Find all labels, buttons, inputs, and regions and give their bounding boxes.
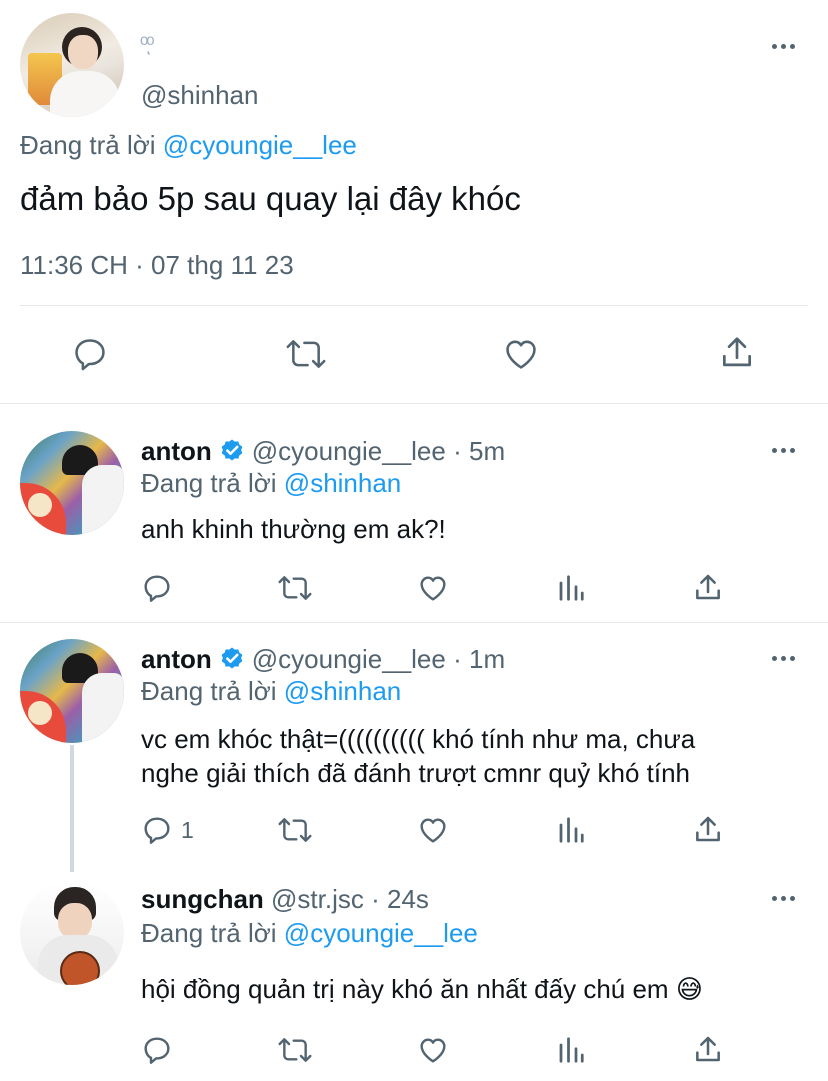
reply-to-handle[interactable]: @cyoungie__lee: [284, 918, 478, 948]
reply-header: anton @cyoungie__lee · 5m: [141, 436, 505, 471]
analytics-icon[interactable]: [556, 814, 586, 846]
divider: [0, 622, 828, 623]
tweet-text: đảm bảo 5p sau quay lại đây khóc: [20, 180, 521, 217]
display-name[interactable]: sungchan: [141, 884, 264, 914]
separator-dot: ·: [453, 436, 462, 466]
reply-to-handle[interactable]: @shinhan: [284, 468, 401, 498]
reply-prefix: Đang trả lời: [20, 130, 156, 160]
reply-prefix: Đang trả lời: [141, 468, 277, 498]
reply-context: Đang trả lời @shinhan: [141, 468, 401, 499]
tweet-text: hội đồng quản trị này khó ăn nhất đấy ch…: [141, 974, 703, 1005]
reply-header: sungchan @str.jsc · 24s: [141, 884, 429, 915]
share-icon[interactable]: [692, 1034, 724, 1066]
tweet-text-line: vc em khóc thật=(((((((((( khó tính như …: [141, 724, 696, 754]
like-icon[interactable]: [416, 1034, 450, 1066]
relative-time[interactable]: 1m: [469, 644, 505, 674]
reply-context: Đang trả lời @cyoungie__lee: [141, 918, 478, 949]
reply-to-handle[interactable]: @cyoungie__lee: [163, 130, 357, 160]
reply-icon[interactable]: 1: [141, 814, 194, 846]
display-name[interactable]: anton: [141, 644, 212, 674]
verified-badge-icon: [218, 436, 246, 471]
reply-header: anton @cyoungie__lee · 1m: [141, 644, 505, 679]
share-icon[interactable]: [692, 572, 724, 604]
user-handle[interactable]: @str.jsc: [271, 884, 364, 914]
like-icon[interactable]: [416, 572, 450, 604]
sweat-smile-emoji-icon: 😅: [675, 974, 703, 1004]
reply-context: Đang trả lời @cyoungie__lee: [20, 130, 357, 161]
avatar[interactable]: [20, 639, 124, 743]
reply-icon[interactable]: [141, 1034, 181, 1066]
relative-time[interactable]: 5m: [469, 436, 505, 466]
more-options-icon[interactable]: [772, 44, 795, 49]
verified-badge-icon: [218, 644, 246, 679]
separator-dot: ·: [371, 884, 380, 914]
analytics-icon[interactable]: [556, 1034, 586, 1066]
separator-dot: ·: [453, 644, 462, 674]
user-handle[interactable]: @cyoungie__lee: [252, 436, 446, 466]
divider: [0, 403, 828, 404]
reply-prefix: Đang trả lời: [141, 918, 277, 948]
reply-to-handle[interactable]: @shinhan: [284, 676, 401, 706]
share-icon[interactable]: [692, 814, 724, 846]
more-options-icon[interactable]: [772, 896, 795, 901]
user-handle[interactable]: @shinhan: [141, 80, 258, 111]
tweet-text-line: nghe giải thích đã đánh trượt cmnr quỷ k…: [141, 758, 690, 788]
tweet-text: anh khinh thường em ak?!: [141, 514, 446, 544]
like-icon[interactable]: [416, 814, 450, 846]
reply-count: 1: [181, 816, 194, 843]
reply-context: Đang trả lời @shinhan: [141, 676, 401, 707]
display-name-glyph[interactable]: ᵒͅᵒ: [140, 30, 155, 56]
relative-time[interactable]: 24s: [387, 884, 429, 914]
analytics-icon[interactable]: [556, 572, 586, 604]
user-handle[interactable]: @cyoungie__lee: [252, 644, 446, 674]
tweet-timestamp[interactable]: 11:36 CH · 07 thg 11 23: [20, 250, 294, 281]
share-icon[interactable]: [718, 333, 756, 373]
retweet-icon[interactable]: [276, 572, 314, 604]
reply-icon[interactable]: [141, 572, 181, 604]
retweet-icon[interactable]: [283, 335, 329, 373]
divider: [20, 305, 808, 306]
like-icon[interactable]: [501, 335, 541, 373]
avatar[interactable]: [20, 13, 124, 117]
thread-line: [70, 745, 74, 872]
avatar[interactable]: [20, 431, 124, 535]
display-name[interactable]: anton: [141, 436, 212, 466]
tweet-text-body: hội đồng quản trị này khó ăn nhất đấy ch…: [141, 974, 669, 1004]
more-options-icon[interactable]: [772, 656, 795, 661]
reply-icon[interactable]: [71, 335, 109, 373]
avatar[interactable]: [20, 881, 124, 985]
tweet-text: vc em khóc thật=(((((((((( khó tính như …: [141, 722, 695, 790]
more-options-icon[interactable]: [772, 448, 795, 453]
reply-prefix: Đang trả lời: [141, 676, 277, 706]
retweet-icon[interactable]: [276, 1034, 314, 1066]
retweet-icon[interactable]: [276, 814, 314, 846]
